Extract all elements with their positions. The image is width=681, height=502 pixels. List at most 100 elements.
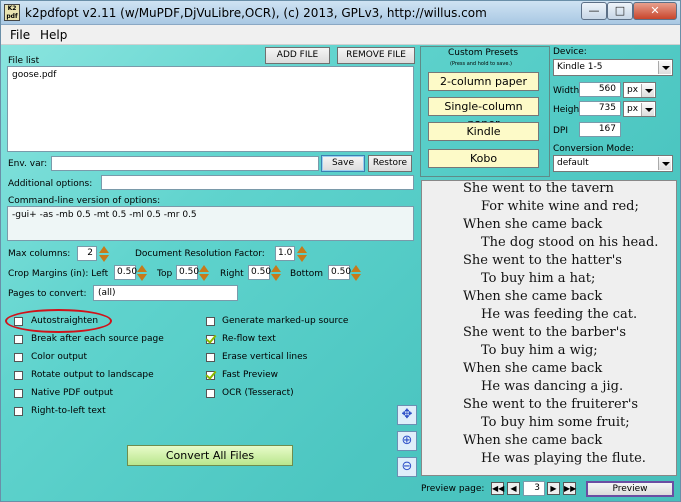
convert-all-button[interactable]: Convert All Files [127,445,293,466]
dpi-value: 167 [598,124,616,134]
close-button[interactable]: ✕ [633,2,677,20]
menu-help[interactable]: Help [40,28,67,42]
last-page-icon[interactable]: ▶▶ [563,482,576,495]
height-unit-select[interactable]: px [623,101,656,117]
width-unit-value: px [627,85,639,95]
fit-page-icon[interactable]: ✥ [397,405,417,425]
dpi-input[interactable]: 167 [579,122,621,137]
crop-top-value: 0.50 [179,267,200,277]
color-output-label[interactable]: Color output [31,352,87,362]
resolution-value: 1.0 [278,248,293,258]
markup-source-checkbox[interactable] [206,317,215,326]
file-list-box[interactable]: goose.pdf [7,66,414,152]
crop-right-spinner[interactable] [271,265,281,281]
break-after-page-label[interactable]: Break after each source page [31,334,164,344]
resolution-spinner[interactable] [297,246,307,262]
preset-single-column-paper[interactable]: Single-column paper [428,97,539,130]
preview-line: He was feeding the cat. [481,307,638,322]
preset-2-column-paper[interactable]: 2-column paper [428,72,539,91]
minimize-button[interactable]: — [581,2,607,20]
max-columns-input[interactable]: 2 [77,246,97,261]
chevron-down-icon[interactable] [641,84,654,97]
reflow-text-checkbox[interactable] [206,335,215,344]
preview-page-label: Preview page: [421,484,485,494]
fast-preview-label[interactable]: Fast Preview [222,370,278,380]
preview-line: When she came back [463,361,603,376]
native-pdf-checkbox[interactable] [14,389,23,398]
first-page-icon[interactable]: ◀◀ [491,482,504,495]
preview-line: When she came back [463,217,603,232]
resolution-input[interactable]: 1.0 [275,246,295,261]
width-unit-select[interactable]: px [623,82,656,98]
pages-input[interactable]: (all) [93,285,238,301]
chevron-down-icon[interactable] [658,157,671,170]
additional-options-label: Additional options: [8,179,93,189]
conversion-mode-select[interactable]: default [553,155,673,172]
crop-top-label: Top [157,269,173,279]
max-columns-spinner[interactable] [99,246,109,262]
crop-bottom-value: 0.50 [331,267,352,277]
crop-bottom-spinner[interactable] [351,265,361,281]
rotate-landscape-label[interactable]: Rotate output to landscape [31,370,154,380]
crop-right-input[interactable]: 0.50 [248,265,272,280]
crop-top-input[interactable]: 0.50 [176,265,200,280]
restore-button[interactable]: Restore [368,155,412,172]
crop-left-value: 0.50 [117,267,138,277]
additional-options-input[interactable] [101,175,414,190]
save-button[interactable]: Save [321,155,365,172]
rotate-landscape-checkbox[interactable] [14,371,23,380]
crop-bottom-input[interactable]: 0.50 [328,265,352,280]
device-value: Kindle 1-5 [557,62,603,72]
preview-page-input[interactable]: 3 [523,481,545,496]
zoom-in-icon[interactable]: ⊕ [397,431,417,451]
menu-bar: File Help [1,25,680,45]
right-to-left-label[interactable]: Right-to-left text [31,406,106,416]
ocr-checkbox[interactable] [206,389,215,398]
width-label: Width [553,86,580,96]
remove-file-button[interactable]: REMOVE FILE [337,47,415,64]
preview-line: To buy him some fruit; [481,415,630,430]
file-list-item[interactable]: goose.pdf [12,70,56,80]
chevron-down-icon[interactable] [641,103,654,116]
markup-source-label[interactable]: Generate marked-up source [222,316,348,326]
height-value: 735 [598,103,616,113]
pages-value: (all) [98,288,116,298]
preview-line: She went to the tavern [463,181,614,196]
max-columns-label: Max columns: [8,249,71,259]
height-input[interactable]: 735 [579,101,621,116]
crop-left-input[interactable]: 0.50 [114,265,138,280]
width-input[interactable]: 560 [579,82,621,97]
crop-left-spinner[interactable] [137,265,147,281]
reflow-text-label[interactable]: Re-flow text [222,334,276,344]
break-after-page-checkbox[interactable] [14,335,23,344]
next-page-icon[interactable]: ▶ [547,482,560,495]
menu-file[interactable]: File [10,28,30,42]
preview-pane[interactable]: She went to the tavern For white wine an… [421,180,677,476]
chevron-down-icon[interactable] [658,61,671,74]
conversion-mode-label: Conversion Mode: [553,144,634,154]
color-output-checkbox[interactable] [14,353,23,362]
native-pdf-label[interactable]: Native PDF output [31,388,113,398]
crop-right-label: Right [220,269,244,279]
preset-kobo[interactable]: Kobo [428,149,539,168]
ocr-label[interactable]: OCR (Tesseract) [222,388,294,398]
erase-lines-checkbox[interactable] [206,353,215,362]
crop-top-spinner[interactable] [199,265,209,281]
preset-kindle[interactable]: Kindle [428,122,539,141]
fast-preview-checkbox[interactable] [206,371,215,380]
preview-button[interactable]: Preview [586,481,674,497]
maximize-button[interactable]: □ [607,2,633,20]
preview-line: When she came back [463,289,603,304]
max-columns-value: 2 [87,248,93,258]
zoom-out-icon[interactable]: ⊖ [397,457,417,477]
env-var-input[interactable] [51,156,319,171]
add-file-button[interactable]: ADD FILE [265,47,330,64]
crop-right-value: 0.50 [251,267,272,277]
erase-lines-label[interactable]: Erase vertical lines [222,352,307,362]
presets-subtitle: (Press and hold to save.) [450,61,512,67]
right-to-left-checkbox[interactable] [14,407,23,416]
device-select[interactable]: Kindle 1-5 [553,59,673,76]
preview-line: To buy him a hat; [481,271,596,286]
preview-line: He was dancing a jig. [481,379,624,394]
prev-page-icon[interactable]: ◀ [507,482,520,495]
